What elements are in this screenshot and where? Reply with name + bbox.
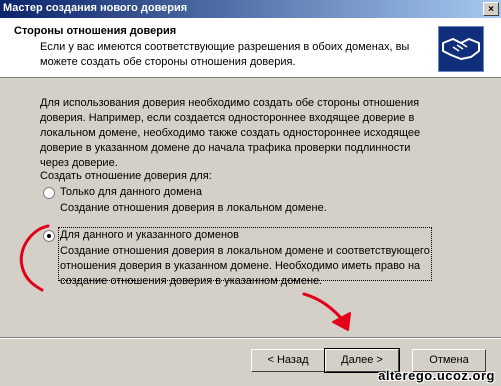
window-title: Мастер создания нового доверия: [3, 2, 188, 14]
window-titlebar[interactable]: Мастер создания нового доверия ×: [0, 0, 501, 18]
create-trust-label: Создать отношение доверия для:: [40, 170, 212, 182]
close-button[interactable]: ×: [483, 2, 499, 16]
red-arrow-head: [332, 312, 351, 331]
wizard-header: Стороны отношения доверия Если у вас име…: [0, 18, 501, 78]
option-local-domain-description: Создание отношения доверия в локальном д…: [60, 202, 327, 214]
option-both-domains-description: Создание отношения доверия в локальном д…: [60, 245, 430, 287]
watermark: alterego.ucoz.org: [378, 368, 495, 383]
option-both-domains-label[interactable]: Для данного и указанного доменов: [60, 229, 239, 241]
option-local-domain-label[interactable]: Только для данного домена: [60, 186, 202, 198]
header-subtitle: Если у вас имеются соответствующие разре…: [40, 41, 410, 68]
header-title: Стороны отношения доверия: [14, 25, 177, 37]
back-button[interactable]: < Назад: [251, 349, 325, 372]
button-separator-highlight: [0, 338, 501, 339]
radio-local-domain[interactable]: [43, 187, 55, 199]
radio-both-domains[interactable]: [43, 230, 55, 242]
trust-description: Для использования доверия необходимо соз…: [40, 97, 421, 169]
handshake-icon: [438, 26, 484, 72]
red-arrow-annotation: [302, 292, 348, 326]
